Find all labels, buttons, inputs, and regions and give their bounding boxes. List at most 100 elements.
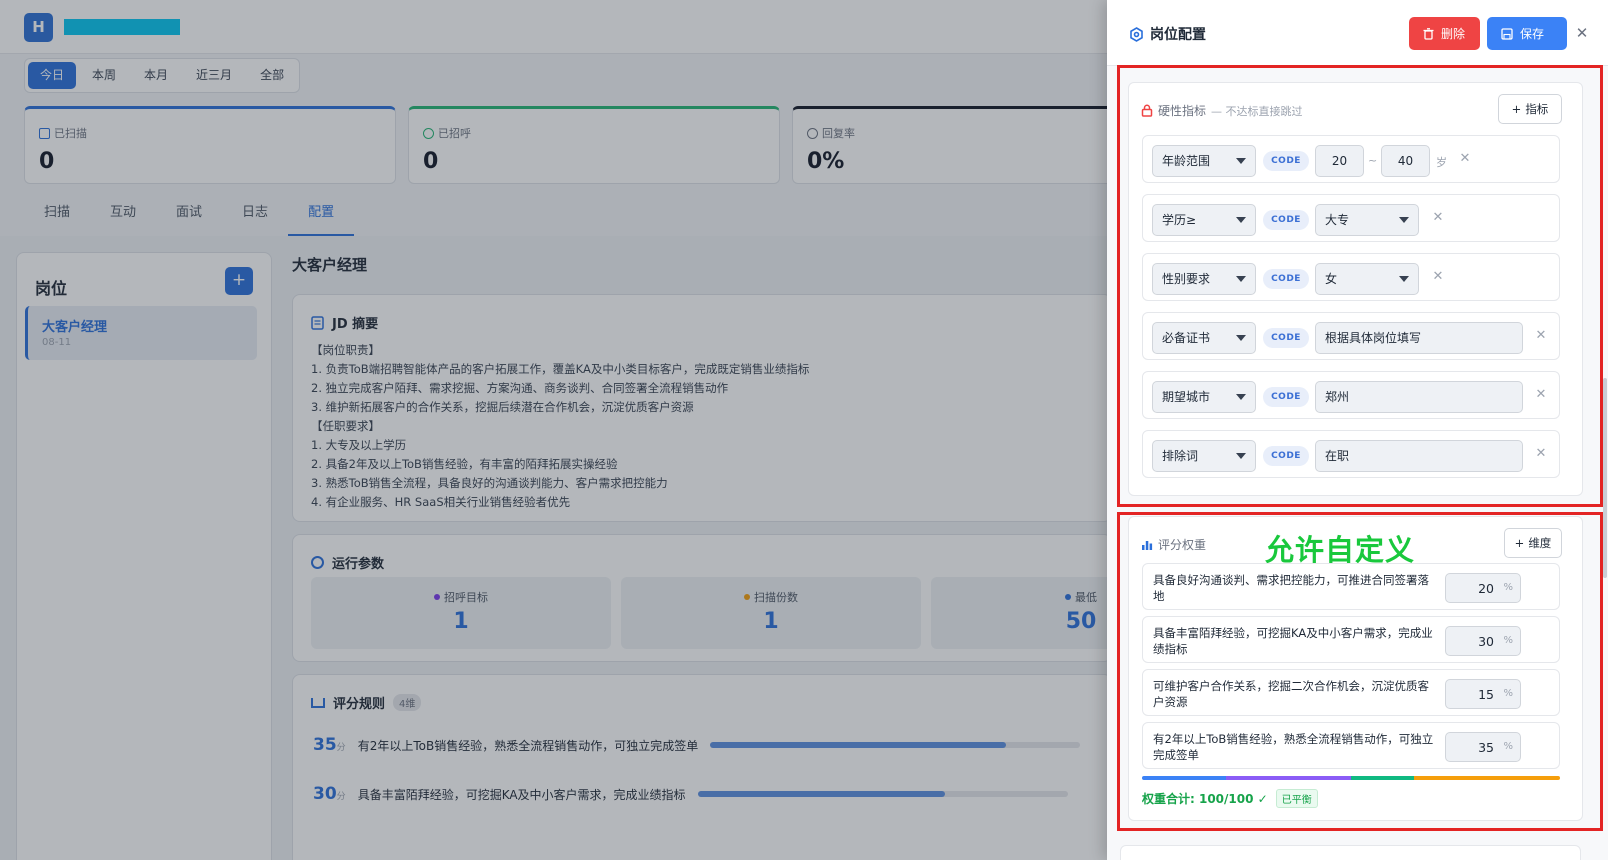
hard-subtitle: — 不达标直接跳过 <box>1211 104 1303 118</box>
weight-value: 30 <box>1478 634 1494 649</box>
add-dimension-button[interactable]: + 维度 <box>1504 528 1562 558</box>
caret-down-icon <box>1236 394 1246 400</box>
weight-input[interactable]: 15% <box>1445 679 1521 709</box>
remove-icon[interactable]: ✕ <box>1533 328 1549 346</box>
weight-bar-segment <box>1413 776 1560 780</box>
weight-value: 20 <box>1478 581 1494 596</box>
weight-input[interactable]: 20% <box>1445 573 1521 603</box>
position-config-drawer: 岗位配置 删除 保存 ✕ 硬性指标 — 不达标直接跳过 + 指标 年龄范围 COD… <box>1107 0 1608 860</box>
weight-text: 可维护客户合作关系，挖掘二次合作机会，沉淀优质客户资源 <box>1153 679 1429 709</box>
indicator-row-gender: 性别要求 CODE 女 ✕ <box>1142 253 1560 301</box>
caret-down-icon <box>1236 335 1246 341</box>
indicator-field-value: 必备证书 <box>1162 331 1211 345</box>
education-value: 大专 <box>1325 213 1350 227</box>
weight-total-text: 权重合计: 100/100 ✓ <box>1142 792 1268 806</box>
delete-label: 删除 <box>1441 27 1466 41</box>
caret-down-icon <box>1236 158 1246 164</box>
indicator-field-value: 性别要求 <box>1162 272 1211 286</box>
indicator-field-value: 排除词 <box>1162 449 1199 463</box>
weight-total: 权重合计: 100/100 ✓ 已平衡 <box>1142 789 1318 808</box>
weights-title: 评分权重 <box>1158 538 1207 552</box>
trash-icon <box>1423 27 1434 40</box>
remove-icon[interactable]: ✕ <box>1457 151 1473 169</box>
weight-input[interactable]: 35% <box>1445 732 1521 762</box>
next-section-panel <box>1120 845 1581 860</box>
weight-text: 具备丰富陌拜经验，可挖掘KA及中小客户需求，完成业绩指标 <box>1153 626 1433 656</box>
indicator-field-select[interactable]: 学历≥ <box>1152 204 1256 236</box>
exclude-word-input[interactable]: 在职 <box>1315 440 1523 472</box>
hard-requirements-panel: 硬性指标 — 不达标直接跳过 + 指标 年龄范围 CODE 20 ~ 40 岁 ✕… <box>1128 82 1583 496</box>
weight-bar-segment <box>1225 776 1351 780</box>
indicator-field-select[interactable]: 年龄范围 <box>1152 145 1256 177</box>
age-unit: 岁 <box>1436 156 1447 169</box>
weight-text: 具备良好沟通谈判、需求把控能力，可推进合同签署落地 <box>1153 573 1429 603</box>
weight-row: 具备丰富陌拜经验，可挖掘KA及中小客户需求，完成业绩指标 30% <box>1142 616 1560 663</box>
code-badge[interactable]: CODE <box>1263 151 1309 171</box>
range-separator: ~ <box>1368 154 1378 167</box>
remove-icon[interactable]: ✕ <box>1430 210 1446 228</box>
remove-icon[interactable]: ✕ <box>1533 446 1549 464</box>
gender-select[interactable]: 女 <box>1315 263 1419 295</box>
remove-icon[interactable]: ✕ <box>1430 269 1446 287</box>
code-badge[interactable]: CODE <box>1263 446 1309 466</box>
indicator-field-select[interactable]: 必备证书 <box>1152 322 1256 354</box>
floppy-disk-icon <box>1501 27 1513 40</box>
bar-chart-icon <box>1142 540 1153 550</box>
drawer-header: 岗位配置 删除 保存 ✕ <box>1107 0 1608 66</box>
caret-down-icon <box>1236 453 1246 459</box>
caret-down-icon <box>1399 217 1409 223</box>
indicator-field-select[interactable]: 期望城市 <box>1152 381 1256 413</box>
certificate-input[interactable]: 根据具体岗位填写 <box>1315 322 1523 354</box>
add-indicator-label: 指标 <box>1525 102 1549 116</box>
age-min-input[interactable]: 20 <box>1315 145 1364 177</box>
remove-icon[interactable]: ✕ <box>1533 387 1549 405</box>
add-indicator-button[interactable]: + 指标 <box>1498 94 1562 124</box>
weight-row: 有2年以上ToB销售经验，熟悉全流程销售动作，可独立完成签单 35% <box>1142 722 1560 769</box>
caret-down-icon <box>1236 217 1246 223</box>
indicator-field-select[interactable]: 排除词 <box>1152 440 1256 472</box>
save-button[interactable]: 保存 <box>1487 17 1567 50</box>
delete-button[interactable]: 删除 <box>1409 17 1480 50</box>
code-badge[interactable]: CODE <box>1263 328 1309 348</box>
indicator-field-value: 学历≥ <box>1162 213 1197 227</box>
indicator-row-city: 期望城市 CODE 郑州 ✕ <box>1142 371 1560 419</box>
drawer-scrollbar[interactable] <box>1603 378 1607 578</box>
city-input[interactable]: 郑州 <box>1315 381 1523 413</box>
weight-value: 35 <box>1478 740 1494 755</box>
hard-title: 硬性指标 <box>1158 104 1207 118</box>
indicator-field-value: 期望城市 <box>1162 390 1211 404</box>
code-badge[interactable]: CODE <box>1263 269 1309 289</box>
education-select[interactable]: 大专 <box>1315 204 1419 236</box>
lock-icon <box>1141 104 1153 117</box>
weight-text: 有2年以上ToB销售经验，熟悉全流程销售动作，可独立完成签单 <box>1153 732 1434 762</box>
age-max-input[interactable]: 40 <box>1381 145 1430 177</box>
percent-unit: % <box>1503 635 1513 646</box>
percent-unit: % <box>1503 582 1513 593</box>
weight-row: 具备良好沟通谈判、需求把控能力，可推进合同签署落地 20% <box>1142 563 1560 610</box>
weight-value: 15 <box>1478 687 1494 702</box>
plus-icon: + <box>1511 102 1522 116</box>
drawer-title: 岗位配置 <box>1150 27 1206 43</box>
plus-icon: + <box>1514 536 1525 550</box>
caret-down-icon <box>1399 276 1409 282</box>
percent-unit: % <box>1503 741 1513 752</box>
indicator-row-age: 年龄范围 CODE 20 ~ 40 岁 ✕ <box>1142 135 1560 183</box>
code-badge[interactable]: CODE <box>1263 210 1309 230</box>
gear-icon <box>1130 26 1143 42</box>
weight-row: 可维护客户合作关系，挖掘二次合作机会，沉淀优质客户资源 15% <box>1142 669 1560 716</box>
gender-value: 女 <box>1325 272 1338 286</box>
scoring-weights-panel: 评分权重 允许自定义 + 维度 具备良好沟通谈判、需求把控能力，可推进合同签署落地… <box>1128 516 1583 821</box>
weight-bar-segment <box>1350 776 1414 780</box>
indicator-row-certificate: 必备证书 CODE 根据具体岗位填写 ✕ <box>1142 312 1560 360</box>
percent-unit: % <box>1503 688 1513 699</box>
caret-down-icon <box>1236 276 1246 282</box>
add-dimension-label: 维度 <box>1528 536 1552 550</box>
weight-input[interactable]: 30% <box>1445 626 1521 656</box>
indicator-field-value: 年龄范围 <box>1162 154 1211 168</box>
close-icon[interactable]: ✕ <box>1573 24 1591 42</box>
code-badge[interactable]: CODE <box>1263 387 1309 407</box>
save-label: 保存 <box>1520 27 1545 41</box>
weight-distribution-bar <box>1142 776 1560 780</box>
indicator-field-select[interactable]: 性别要求 <box>1152 263 1256 295</box>
indicator-row-education: 学历≥ CODE 大专 ✕ <box>1142 194 1560 242</box>
